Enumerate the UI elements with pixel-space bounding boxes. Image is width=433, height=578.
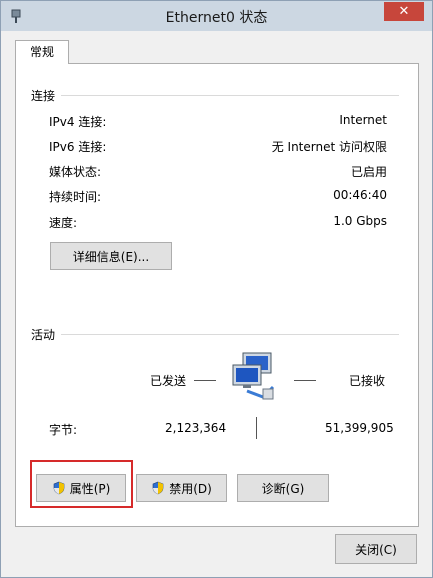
general-panel [15,63,419,527]
tab-general[interactable]: 常规 [15,40,69,64]
activity-section-label: 活动 [31,328,56,342]
status-window: Ethernet0 状态 ✕ 常规 连接 IPv4 连接: Internet I… [0,0,433,578]
media-state-value: 已启用 [350,165,387,179]
sent-label: 已发送 [150,374,187,388]
received-label: 已接收 [349,374,386,388]
speed-label: 速度: [49,216,78,230]
disable-button[interactable]: 禁用(D) [136,474,227,502]
details-button[interactable]: 详细信息(E)... [50,242,172,270]
sent-dash [194,380,216,381]
activity-divider [61,334,399,335]
network-computers-icon [232,352,275,400]
received-dash [294,380,316,381]
bytes-sent-value: 2,123,364 [165,421,227,435]
uac-shield-icon [152,481,164,495]
ipv6-label: IPv6 连接: [49,140,107,154]
ipv4-label: IPv4 连接: [49,115,107,129]
duration-label: 持续时间: [49,190,102,204]
bytes-separator [256,417,257,439]
properties-button-label: 属性(P) [69,481,111,496]
disable-button-label: 禁用(D) [169,481,212,496]
bytes-label: 字节: [49,423,78,437]
ipv6-value: 无 Internet 访问权限 [271,140,387,154]
close-button[interactable]: 关闭(C) [335,534,417,564]
title-close-button[interactable]: ✕ [384,2,424,21]
media-state-label: 媒体状态: [49,165,102,179]
uac-shield-icon [53,481,64,495]
title-bar[interactable]: Ethernet0 状态 ✕ [1,1,432,31]
duration-value: 00:46:40 [333,188,387,202]
ipv4-value: Internet [339,113,387,127]
diagnose-button[interactable]: 诊断(G) [237,474,329,502]
bytes-received-value: 51,399,905 [325,421,394,435]
connection-divider [61,95,399,96]
speed-value: 1.0 Gbps [333,214,387,228]
connection-section-label: 连接 [31,89,56,103]
window-title: Ethernet0 状态 [165,10,268,26]
properties-button[interactable]: 属性(P) [36,474,126,502]
